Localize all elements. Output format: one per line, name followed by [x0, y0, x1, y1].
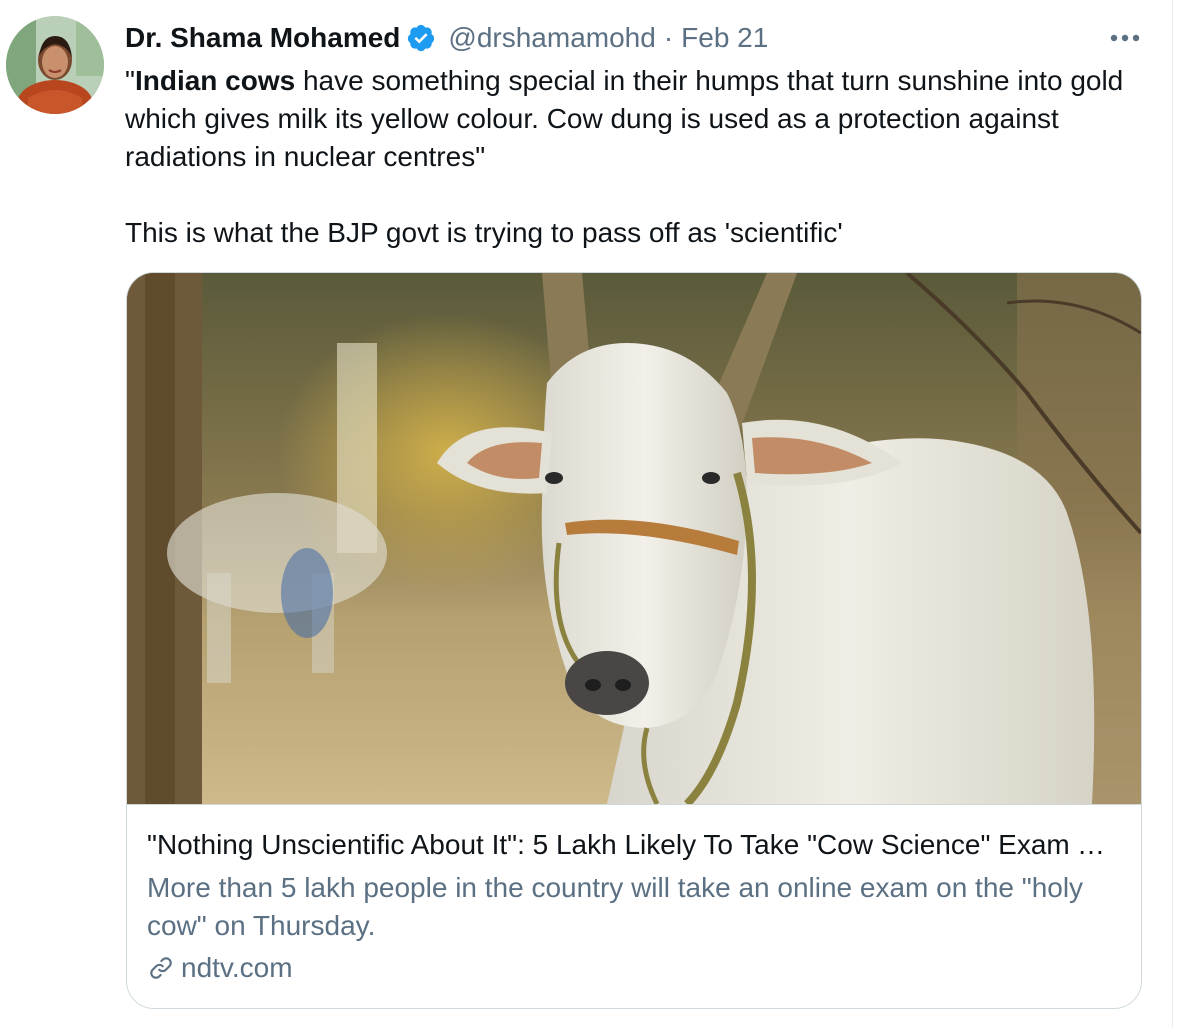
card-title: "Nothing Unscientific About It": 5 Lakh …	[147, 829, 1117, 860]
card-divider	[127, 804, 1141, 805]
link-icon	[150, 957, 172, 979]
link-card[interactable]: "Nothing Unscientific About It": 5 Lakh …	[126, 272, 1142, 1009]
tweet-text: "Indian cows have something special in t…	[125, 62, 1145, 252]
tweet-paragraph: "Indian cows have something special in t…	[125, 62, 1145, 176]
author-name[interactable]: Dr. Shama Mohamed	[125, 22, 400, 54]
more-horizontal-icon	[1110, 34, 1140, 42]
card-domain-text: ndtv.com	[181, 952, 293, 983]
tweet-bold-text: Indian cows	[134, 65, 296, 96]
author-handle[interactable]: @drshamamohd	[448, 22, 655, 54]
separator: ·	[663, 22, 674, 53]
open-quote: "	[125, 65, 135, 96]
tweet-paragraph-2: This is what the BJP govt is trying to p…	[125, 217, 843, 248]
card-image	[127, 273, 1141, 804]
card-domain: ndtv.com	[147, 949, 293, 987]
tweet-header: Dr. Shama Mohamed @drshamamohd · Feb 21	[125, 20, 768, 56]
verified-badge-icon	[406, 23, 436, 53]
card-description: More than 5 lakh people in the country w…	[147, 872, 1084, 941]
timeline-divider	[1172, 0, 1173, 1027]
avatar[interactable]	[6, 16, 104, 114]
tweet-date[interactable]: Feb 21	[681, 22, 768, 54]
more-options-button[interactable]	[1100, 18, 1150, 58]
